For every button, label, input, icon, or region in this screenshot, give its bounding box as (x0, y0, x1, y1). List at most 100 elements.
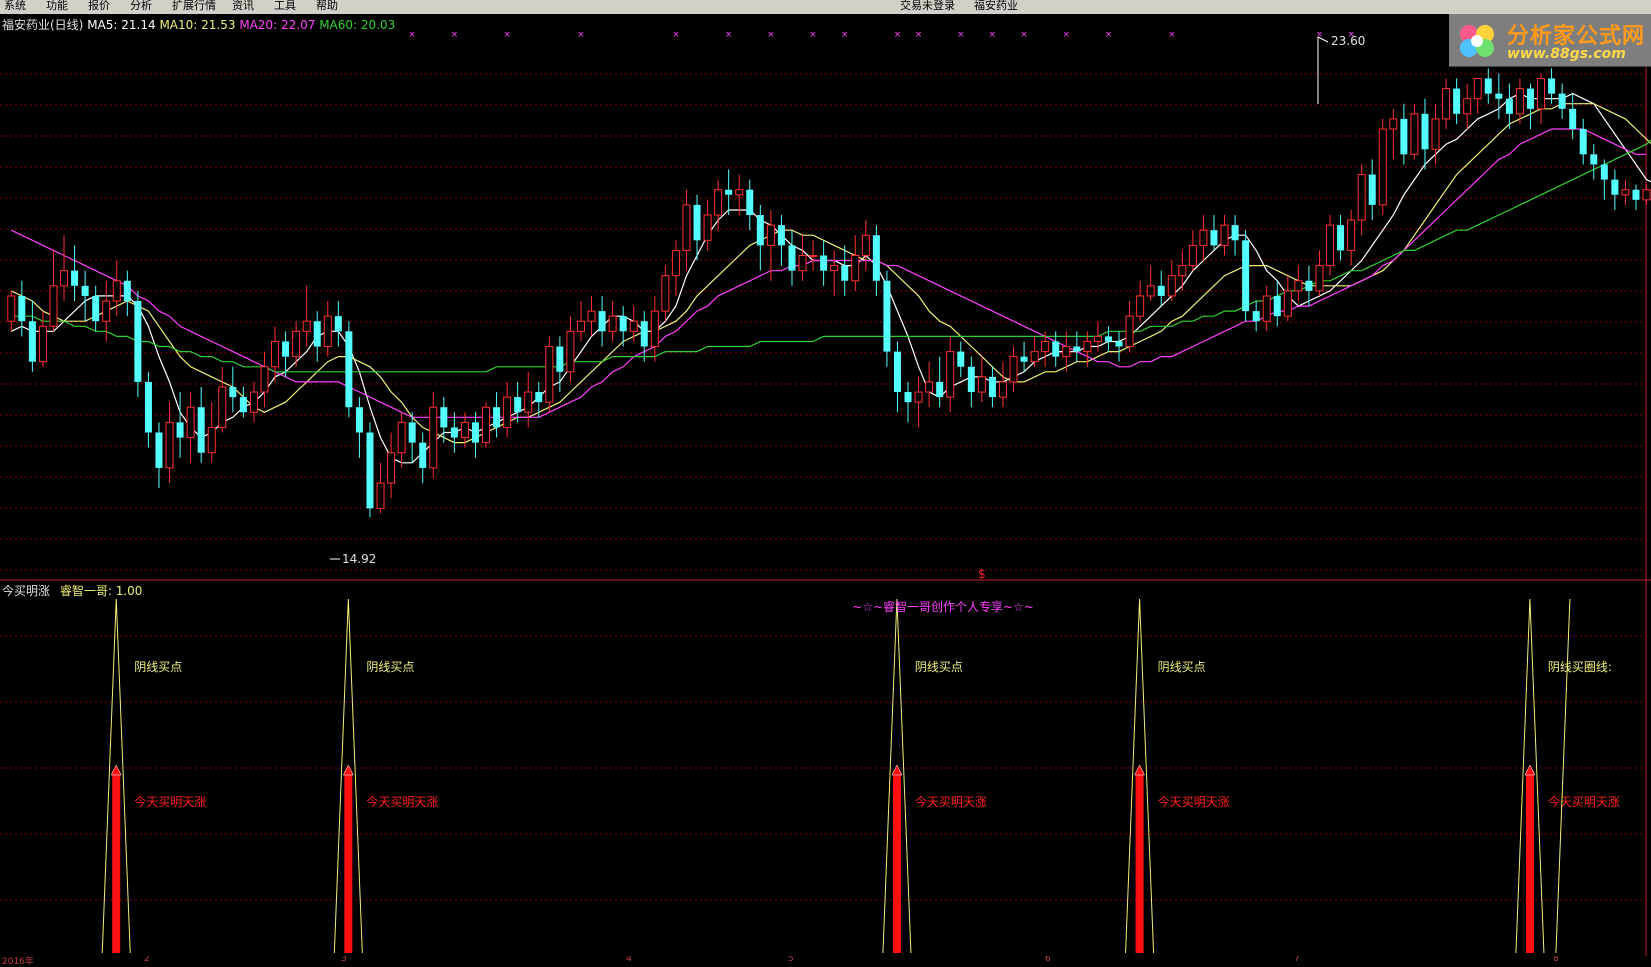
x-tick: 2 (144, 956, 150, 964)
candle-body (1473, 77, 1482, 100)
candle-body (830, 265, 839, 272)
candle-body (460, 421, 469, 439)
candle-body (650, 310, 659, 348)
candle-body (556, 346, 564, 372)
top-marker: × (809, 30, 817, 40)
candle-body (60, 270, 69, 287)
candle-body (1052, 341, 1060, 357)
x-tick: 3 (341, 956, 347, 964)
candle-body (1104, 336, 1112, 342)
candle-body (1442, 88, 1451, 120)
candle-body (376, 482, 385, 509)
candle-body (1210, 230, 1218, 246)
candle-body (313, 321, 321, 347)
top-marker: × (1105, 30, 1113, 40)
candle-body (123, 280, 131, 301)
candle-body (1558, 93, 1566, 109)
candle-body (1231, 225, 1239, 241)
candle-body (1410, 113, 1419, 155)
candle-body (1632, 189, 1640, 200)
rise-label: 今天买明天涨 (1548, 794, 1620, 809)
top-marker: × (672, 30, 680, 40)
rise-label: 今天买明天涨 (915, 794, 987, 809)
candle-body (1242, 240, 1250, 312)
candle-body (1062, 346, 1071, 358)
candle-body (735, 189, 744, 196)
candle-body (197, 407, 205, 453)
top-marker: × (577, 30, 585, 40)
candle-body (229, 386, 237, 398)
candle-body (725, 189, 733, 195)
candle-body (493, 407, 501, 428)
indicator-panel[interactable]: 阴线买点 今天买明天涨 阴线买点 今天买明天涨 阴线买点 今天买明天涨 阴线买点 今天买明天涨… (0, 581, 1651, 956)
buy-point-label: 阴线买点 (366, 660, 414, 674)
candle-body (207, 426, 216, 454)
candle-body (1178, 265, 1187, 277)
menu-analysis[interactable]: 分析 (130, 0, 152, 13)
menu-news[interactable]: 资讯 (232, 0, 254, 13)
candle-body (81, 285, 89, 296)
candle-body (1590, 154, 1598, 165)
buy-point-label: 阴线买点 (915, 660, 963, 674)
price-chart[interactable]: × × × × × × × × × × × × × × × × × × × 23.60 14.92 $ (0, 14, 1651, 581)
price-grid (0, 14, 1651, 581)
candle-body (165, 421, 174, 469)
candle-body (746, 189, 754, 216)
up-arrow-icon (891, 764, 903, 776)
candle-body (1125, 315, 1134, 348)
candle-body (766, 224, 775, 246)
candle-body (619, 316, 627, 332)
candle-body (482, 406, 491, 444)
indicator-grid (0, 581, 1647, 956)
indicator-param: 睿智一哥: 1.00 (59, 584, 143, 598)
menubar-stock-name: 福安药业 (974, 0, 1018, 12)
menu-tools[interactable]: 工具 (274, 0, 296, 13)
candle-body (1526, 88, 1534, 109)
top-marker: × (957, 30, 965, 40)
top-marker: × (725, 30, 733, 40)
menu-help[interactable]: 帮助 (316, 0, 338, 13)
price-chart-panel[interactable]: × × × × × × × × × × × × × × × × × × × 23.60 14.92 $ 福安药业(日… (0, 14, 1651, 581)
candle-body (1262, 295, 1271, 322)
login-status: 交易未登录 (900, 0, 955, 12)
candle-body (545, 346, 554, 403)
candle-body (798, 254, 807, 272)
candle-body (925, 381, 934, 393)
candle-body (387, 452, 396, 484)
rise-label: 今天买明天涨 (366, 794, 438, 809)
candle-body (440, 407, 448, 428)
x-tick: 6 (1045, 956, 1051, 964)
buy-bar (1135, 771, 1144, 953)
buy-bar (112, 771, 121, 953)
candle-body (239, 397, 247, 413)
candle-body (1294, 280, 1303, 292)
candle-body (946, 351, 955, 398)
candle-body (249, 391, 258, 413)
menu-extended-quotes[interactable]: 扩展行情 (172, 0, 216, 13)
flower-logo-icon (1460, 25, 1494, 57)
candle-body (102, 300, 111, 322)
candle-body (693, 204, 701, 241)
candle-body (260, 366, 269, 393)
indicator-chart[interactable]: 阴线买点今天买明天涨阴线买点今天买明天涨阴线买点今天买明天涨阴线买点今天买明天涨… (0, 581, 1651, 956)
candle-body (1537, 77, 1546, 110)
menu-system[interactable]: 系统 (4, 0, 26, 13)
candle-body (1505, 98, 1513, 114)
candle-body (661, 275, 670, 312)
candle-body (471, 422, 479, 443)
candle-body (1020, 356, 1028, 362)
candle-body (18, 295, 26, 322)
candle-body (429, 406, 438, 469)
buy-bar (892, 771, 901, 953)
candle-body (1157, 285, 1165, 296)
menu-quotes[interactable]: 报价 (88, 0, 110, 13)
x-tick: 5 (788, 956, 794, 964)
candle-body (292, 330, 301, 358)
candle-body (967, 366, 975, 393)
candle-body (587, 310, 596, 322)
candle-body (1136, 295, 1145, 317)
candle-body (1146, 285, 1155, 297)
candle-body (1220, 224, 1229, 246)
rise-label: 今天买明天涨 (1158, 794, 1230, 809)
menu-function[interactable]: 功能 (46, 0, 68, 13)
